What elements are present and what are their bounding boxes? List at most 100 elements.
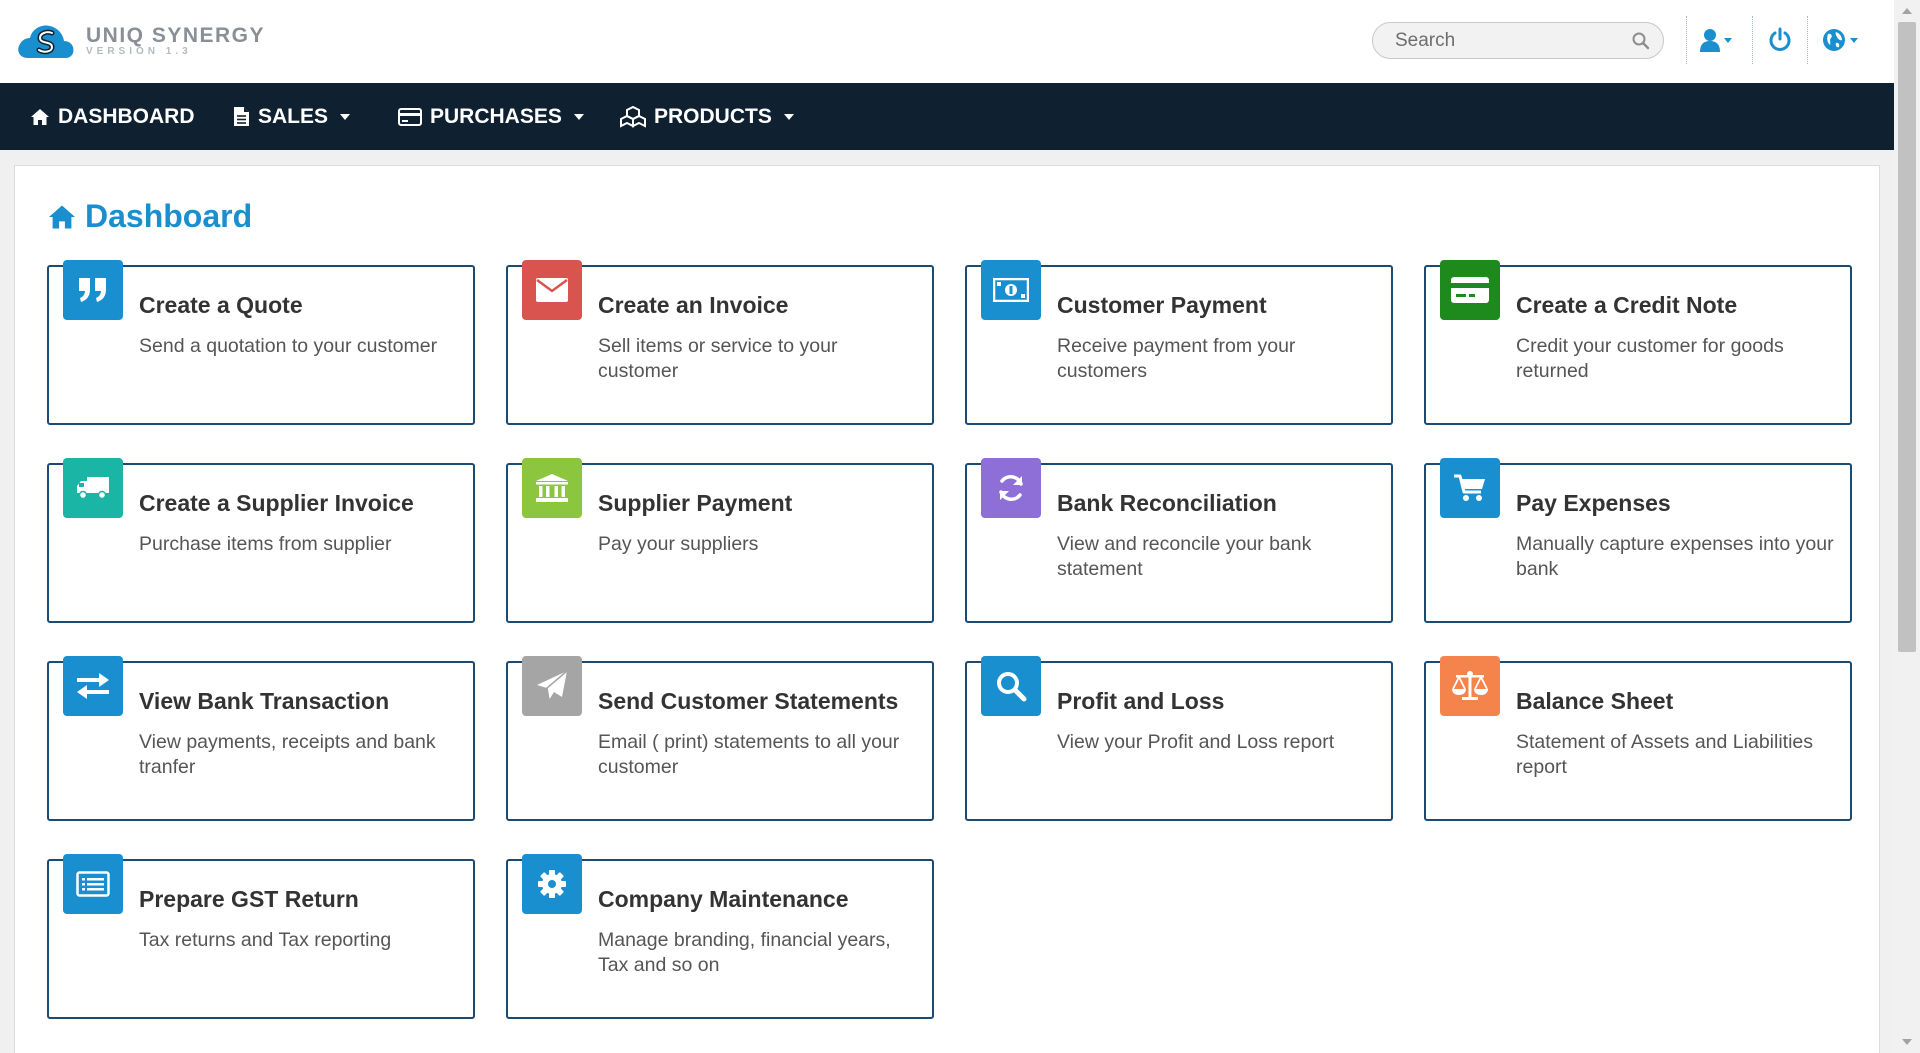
card-icon-tile — [522, 854, 582, 914]
money-icon — [993, 278, 1029, 302]
card-description: Manage branding, financial years, Tax an… — [598, 929, 891, 976]
card-icon-tile — [522, 656, 582, 716]
chevron-down-icon — [1850, 37, 1858, 43]
card-title: Customer Payment — [1057, 292, 1267, 318]
card-customer-payment[interactable]: Customer Payment Receive payment from yo… — [965, 260, 1393, 425]
card-description: Credit your customer for goods returned — [1516, 335, 1784, 382]
language-menu-button[interactable] — [1822, 24, 1858, 56]
card-description: Manually capture expenses into your bank — [1516, 533, 1834, 580]
card-supplier-payment[interactable]: Supplier Payment Pay your suppliers — [506, 458, 934, 623]
paper-plane-icon — [537, 670, 568, 701]
nav-products[interactable]: PRODUCTS — [620, 83, 794, 150]
card-create-credit-note[interactable]: Create a Credit Note Credit your custome… — [1424, 260, 1852, 425]
user-menu-button[interactable] — [1700, 24, 1732, 56]
scrollbar-thumb[interactable] — [1898, 22, 1916, 652]
card-description: View payments, receipts and bank tranfer — [139, 731, 436, 778]
cart-icon — [1454, 474, 1485, 501]
card-title: Create a Credit Note — [1516, 292, 1738, 318]
card-description: View and reconcile your bank statement — [1057, 533, 1312, 580]
card-title: Profit and Loss — [1057, 688, 1225, 714]
header-divider — [1807, 16, 1808, 64]
card-icon-tile — [981, 656, 1041, 716]
card-icon-tile — [1440, 458, 1500, 518]
nav-purchases[interactable]: PURCHASES — [398, 83, 584, 150]
search-icon[interactable] — [1631, 31, 1651, 51]
list-alt-icon — [76, 871, 110, 897]
search-icon — [997, 672, 1027, 702]
main-navbar: DASHBOARD SALES PURCHASES PRODUCTS — [0, 83, 1894, 150]
scroll-up-arrow-icon[interactable] — [1894, 0, 1920, 22]
home-icon — [31, 108, 49, 125]
card-icon-tile — [63, 656, 123, 716]
card-description: Purchase items from supplier — [139, 533, 392, 555]
card-description: Send a quotation to your customer — [139, 335, 438, 357]
logout-button[interactable] — [1767, 24, 1793, 56]
nav-products-label: PRODUCTS — [654, 104, 772, 128]
card-create-quote[interactable]: Create a Quote Send a quotation to your … — [47, 260, 475, 425]
exchange-icon — [77, 673, 109, 699]
gear-icon — [538, 870, 566, 898]
brand-logo[interactable]: UNIQ SYNERGY VERSION 1.3 — [14, 20, 265, 62]
credit-card-icon — [398, 107, 422, 126]
brand-name: UNIQ SYNERGY — [86, 24, 266, 47]
balance-scale-icon — [1452, 671, 1488, 700]
dashboard-panel: Dashboard Create a Quote Send a quotatio… — [14, 165, 1880, 1053]
card-title: Prepare GST Return — [139, 886, 359, 912]
card-title: Send Customer Statements — [598, 688, 899, 714]
card-icon-tile — [522, 458, 582, 518]
card-profit-and-loss[interactable]: Profit and Loss View your Profit and Los… — [965, 656, 1393, 821]
card-description: Sell items or service to your customer — [598, 335, 838, 382]
card-title: Pay Expenses — [1516, 490, 1671, 516]
scroll-down-arrow-icon[interactable] — [1894, 1031, 1920, 1053]
card-icon-tile — [1440, 656, 1500, 716]
page-scrollbar[interactable] — [1894, 0, 1920, 1053]
card-title: View Bank Transaction — [139, 688, 390, 714]
header-divider — [1686, 16, 1687, 64]
card-create-invoice[interactable]: Create an Invoice Sell items or service … — [506, 260, 934, 425]
power-icon — [1769, 27, 1791, 51]
bank-icon — [536, 474, 568, 502]
nav-dashboard-label: DASHBOARD — [58, 104, 195, 128]
card-description: Pay your suppliers — [598, 533, 759, 555]
cubes-icon — [620, 105, 646, 128]
card-company-maintenance[interactable]: Company Maintenance Manage branding, fin… — [506, 854, 934, 1019]
card-balance-sheet[interactable]: Balance Sheet Statement of Assets and Li… — [1424, 656, 1852, 821]
card-icon-tile — [63, 854, 123, 914]
card-icon-tile — [981, 260, 1041, 320]
card-prepare-gst-return[interactable]: Prepare GST Return Tax returns and Tax r… — [47, 854, 475, 1019]
card-description: Statement of Assets and Liabilities repo… — [1516, 731, 1814, 778]
card-view-bank-transaction[interactable]: View Bank Transaction View payments, rec… — [47, 656, 475, 821]
card-icon-tile — [63, 458, 123, 518]
nav-sales[interactable]: SALES — [233, 83, 351, 150]
card-send-customer-statements[interactable]: Send Customer Statements Email ( print) … — [506, 656, 934, 821]
globe-icon — [1823, 29, 1845, 51]
card-title: Create a Supplier Invoice — [139, 490, 414, 516]
nav-dashboard[interactable]: DASHBOARD — [30, 83, 195, 150]
card-title: Create a Quote — [139, 292, 303, 318]
credit-card-icon — [1451, 277, 1489, 303]
chevron-down-icon — [783, 113, 794, 120]
search-input[interactable] — [1373, 23, 1663, 58]
user-icon — [1700, 29, 1720, 52]
chevron-down-icon — [573, 113, 584, 120]
card-title: Balance Sheet — [1516, 688, 1674, 714]
nav-purchases-label: PURCHASES — [430, 104, 562, 128]
truck-icon — [77, 477, 109, 500]
card-description: Receive payment from your customers — [1057, 335, 1296, 382]
card-create-supplier-invoice[interactable]: Create a Supplier Invoice Purchase items… — [47, 458, 475, 623]
quote-icon — [79, 278, 106, 302]
card-bank-reconciliation[interactable]: Bank Reconciliation View and reconcile y… — [965, 458, 1393, 623]
nav-sales-label: SALES — [258, 104, 329, 128]
card-pay-expenses[interactable]: Pay Expenses Manually capture expenses i… — [1424, 458, 1852, 623]
header-divider — [1752, 16, 1753, 64]
card-icon-tile — [1440, 260, 1500, 320]
top-header: UNIQ SYNERGY VERSION 1.3 — [0, 0, 1894, 83]
chevron-down-icon — [1724, 37, 1732, 43]
document-icon — [234, 107, 249, 126]
card-title: Create an Invoice — [598, 292, 789, 318]
chevron-down-icon — [340, 113, 351, 120]
page-title-text: Dashboard — [85, 198, 253, 234]
page-title: Dashboard — [47, 198, 252, 235]
card-title: Supplier Payment — [598, 490, 793, 516]
card-title: Bank Reconciliation — [1057, 490, 1277, 516]
